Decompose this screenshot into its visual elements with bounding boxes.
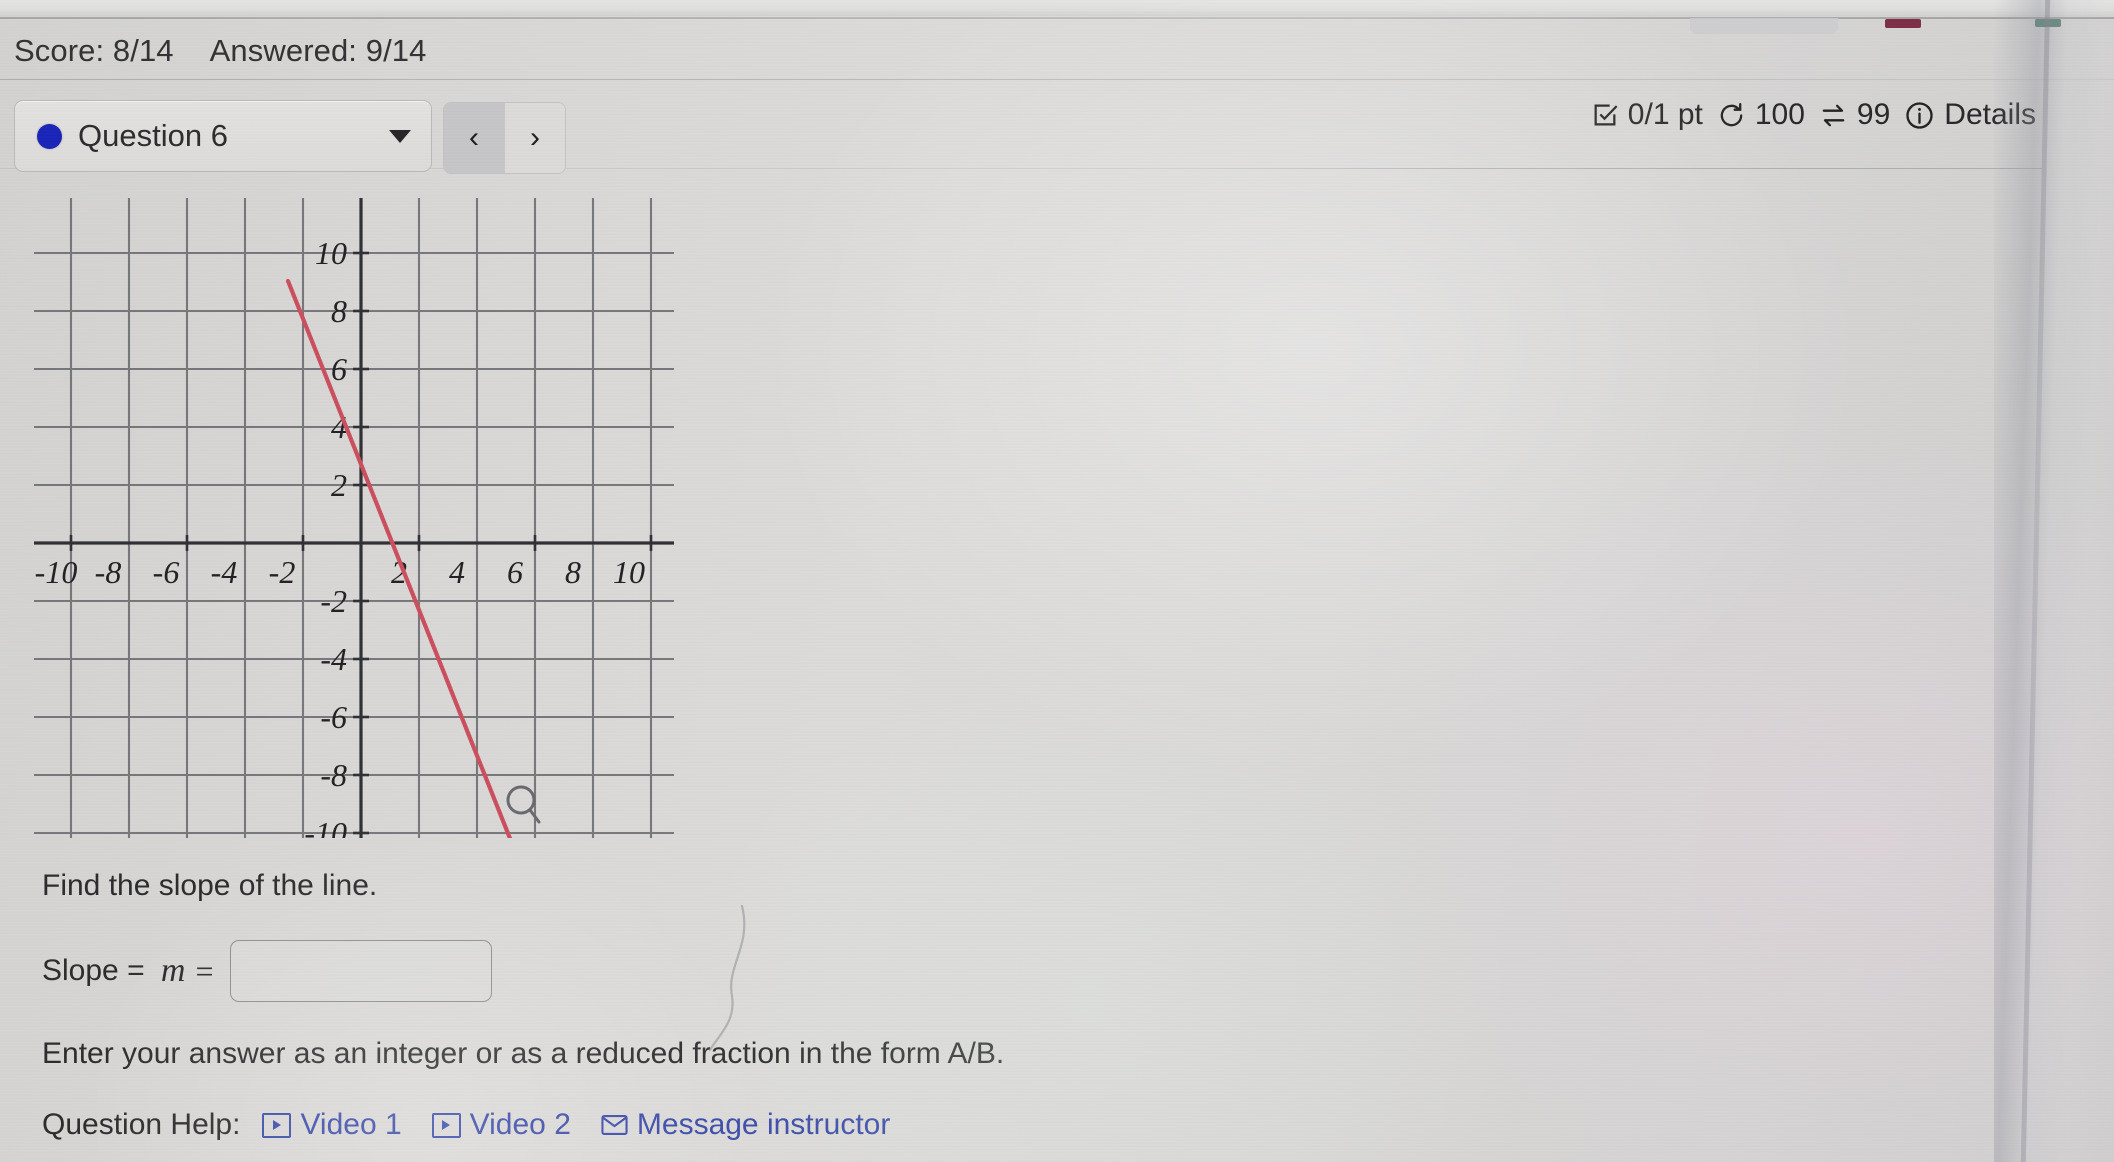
question-help-label: Question Help: [42,1108,241,1141]
x-tick-label: 10 [613,554,645,590]
x-tick-label: -2 [269,554,296,590]
slope-variable: m [160,952,186,989]
y-tick-label: 6 [331,351,347,387]
x-tick-label: 8 [565,554,581,590]
y-tick-label: -6 [320,699,347,735]
video-play-icon [262,1112,292,1138]
attempts-indicator: 100 [1717,98,1805,132]
versions-text: 99 [1856,98,1891,131]
slope-answer-input[interactable] [229,940,492,1002]
answered-text: Answered: 9/14 [209,33,427,68]
answer-format-note: Enter your answer as an integer or as a … [42,1037,1005,1070]
x-tick-label: -8 [95,554,122,590]
y-tick-label: -4 [320,641,347,677]
video-1-link[interactable]: Video 1 [262,1108,402,1142]
y-tick-label: 2 [331,467,347,503]
next-question-button[interactable]: › [504,103,565,173]
y-tick-label: 10 [315,235,347,271]
graph-svg: -10 -8 -6 -4 -2 2 4 6 8 10 10 8 6 4 2 -2… [34,198,674,838]
versions-indicator: 99 [1819,98,1890,132]
x-tick-label: 4 [449,554,465,590]
coordinate-plane-graph[interactable]: -10 -8 -6 -4 -2 2 4 6 8 10 10 8 6 4 2 -2… [34,198,674,838]
attempts-text: 100 [1754,98,1805,131]
video-play-icon [431,1112,461,1138]
slope-label: Slope = [42,954,153,987]
video-2-label: Video 2 [469,1108,571,1141]
video-2-link[interactable]: Video 2 [431,1108,571,1142]
details-label: Details [1944,98,2036,131]
question-help: Question Help: Video 1 Video 2 Message i… [42,1108,920,1142]
question-meta: 0/1 pt 100 99 Details [1591,98,2036,132]
question-status-dot [37,123,62,149]
y-tick-label: -10 [304,815,347,838]
x-tick-label: -6 [153,554,180,590]
y-tick-labels: 10 8 6 4 2 -2 -4 -6 -8 -10 [304,235,347,838]
x-tick-label: -10 [35,554,78,590]
question-prompt: Find the slope of the line. [42,869,378,902]
x-tick-label: 6 [507,554,523,590]
message-instructor-link[interactable]: Message instructor [601,1108,890,1142]
page-content: Score: 8/14 Answered: 9/14 Question 6 ‹ … [0,0,2114,1162]
prev-question-button[interactable]: ‹ [444,103,504,173]
y-tick-label: 8 [331,293,347,329]
details-button[interactable]: Details [1904,98,2036,132]
points-text: 0/1 pt [1627,98,1703,131]
screen-photo: Score: 8/14 Answered: 9/14 Question 6 ‹ … [0,0,2114,1162]
question-select-label: Question 6 [78,118,228,153]
question-pager: ‹ › [443,102,566,174]
y-tick-label: -8 [320,757,347,793]
equals-sign: = [195,952,214,989]
answer-row: Slope = m = [42,940,492,1002]
chevron-down-icon [389,129,411,143]
swap-icon [1819,101,1848,130]
points-indicator: 0/1 pt [1591,98,1703,132]
grid-lines [34,198,674,838]
info-circle-icon [1904,100,1935,131]
check-square-icon [1591,101,1619,129]
message-instructor-label: Message instructor [636,1108,891,1141]
score-summary: Score: 8/14 Answered: 9/14 [14,33,426,69]
video-1-label: Video 1 [300,1108,402,1141]
question-select[interactable]: Question 6 [14,100,432,172]
x-tick-label: -4 [211,554,238,590]
y-tick-label: -2 [320,583,347,619]
header-divider [0,79,2114,80]
refresh-icon [1717,101,1746,130]
score-text: Score: 8/14 [14,33,174,68]
envelope-icon [601,1114,628,1136]
